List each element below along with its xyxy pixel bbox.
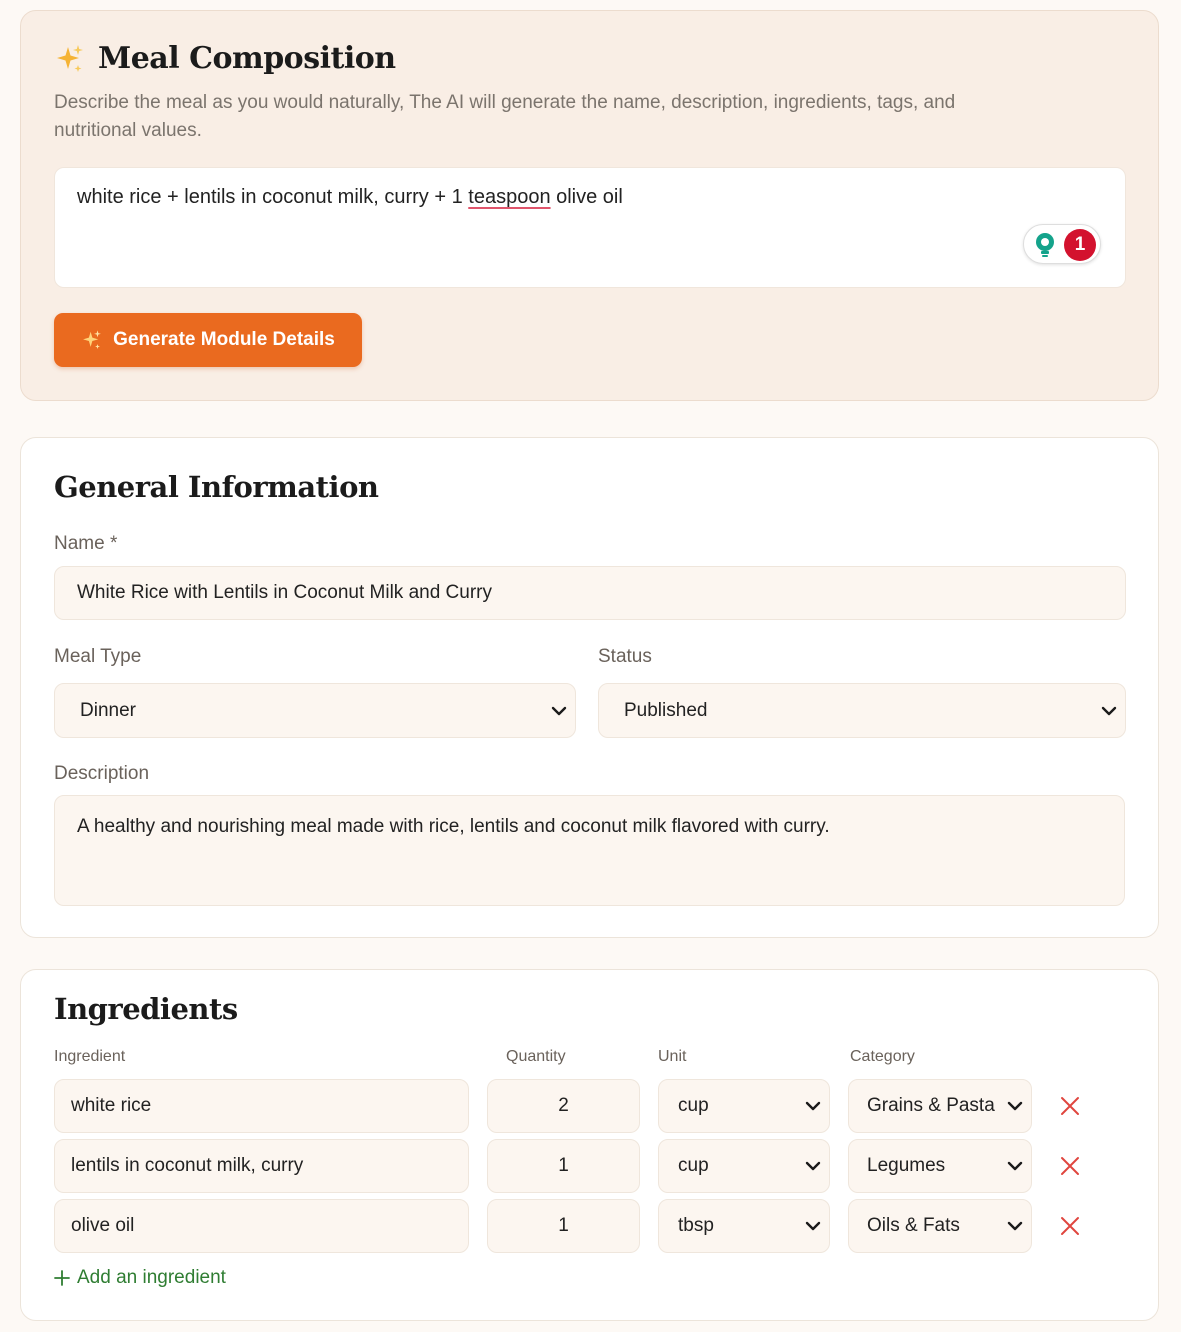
ingredient-quantity-value: 2 bbox=[558, 1095, 569, 1116]
description-value: A healthy and nourishing meal made with … bbox=[77, 816, 830, 837]
chevron-down-icon bbox=[805, 1101, 821, 1111]
chevron-down-icon bbox=[1007, 1161, 1023, 1171]
generate-button-label: Generate Module Details bbox=[113, 329, 335, 350]
ingredient-quantity-input[interactable]: 1 bbox=[487, 1139, 640, 1193]
ingredient-unit-select[interactable]: cup bbox=[658, 1079, 830, 1133]
delete-x-icon[interactable] bbox=[1060, 1156, 1080, 1176]
ingredient-quantity-value: 1 bbox=[558, 1155, 569, 1176]
meal-composition-card: Meal Composition Describe the meal as yo… bbox=[20, 10, 1159, 401]
meal-type-label: Meal Type bbox=[54, 646, 142, 667]
ingredient-unit-value: cup bbox=[678, 1155, 709, 1176]
name-label: Name * bbox=[54, 533, 118, 554]
ingredient-quantity-input[interactable]: 1 bbox=[487, 1199, 640, 1253]
status-select[interactable]: Published bbox=[598, 683, 1126, 738]
ingredient-row: olive oil 1 tbsp Oils & Fats bbox=[21, 1199, 1158, 1253]
composition-subtitle: Describe the meal as you would naturally… bbox=[54, 92, 956, 141]
ingredient-unit-value: tbsp bbox=[678, 1215, 714, 1236]
ingredients-card: Ingredients Ingredient Quantity Unit Cat… bbox=[20, 969, 1159, 1321]
ingredient-name-input[interactable]: lentils in coconut milk, curry bbox=[54, 1139, 469, 1193]
meal-description-textarea[interactable]: white rice + lentils in coconut milk, cu… bbox=[54, 167, 1126, 288]
ingredient-category-select[interactable]: Oils & Fats bbox=[848, 1199, 1032, 1253]
column-header-category: Category bbox=[850, 1048, 915, 1065]
meal-type-value: Dinner bbox=[80, 699, 136, 721]
plus-icon bbox=[54, 1270, 70, 1286]
chevron-down-icon bbox=[1007, 1221, 1023, 1231]
delete-x-icon[interactable] bbox=[1060, 1096, 1080, 1116]
chevron-down-icon bbox=[1101, 706, 1117, 715]
column-header-quantity: Quantity bbox=[506, 1048, 566, 1065]
general-information-card: General Information Name * White Rice wi… bbox=[20, 437, 1159, 938]
ingredient-category-value: Grains & Pasta bbox=[867, 1095, 995, 1116]
ingredient-row: white rice 2 cup Grains & Pasta bbox=[21, 1079, 1158, 1133]
meal-prompt-text: white rice + lentils in coconut milk, cu… bbox=[77, 186, 623, 208]
meal-type-select[interactable]: Dinner bbox=[54, 683, 576, 738]
ingredient-name-input[interactable]: white rice bbox=[54, 1079, 469, 1133]
composition-title: Meal Composition bbox=[98, 41, 396, 76]
column-header-ingredient: Ingredient bbox=[54, 1048, 126, 1065]
sparkles-icon bbox=[83, 330, 102, 349]
suggestion-count-badge: 1 bbox=[1064, 229, 1096, 261]
add-ingredient-link[interactable]: Add an ingredient bbox=[54, 1267, 226, 1289]
general-title: General Information bbox=[54, 470, 379, 504]
ingredient-name-value: lentils in coconut milk, curry bbox=[71, 1155, 304, 1176]
ingredient-quantity-input[interactable]: 2 bbox=[487, 1079, 640, 1133]
ingredient-row: lentils in coconut milk, curry 1 cup Leg… bbox=[21, 1139, 1158, 1193]
delete-x-icon[interactable] bbox=[1060, 1216, 1080, 1236]
ingredients-title: Ingredients bbox=[54, 992, 238, 1026]
ingredient-category-select[interactable]: Legumes bbox=[848, 1139, 1032, 1193]
status-label: Status bbox=[598, 646, 652, 667]
chevron-down-icon bbox=[551, 706, 567, 715]
ingredient-name-value: olive oil bbox=[71, 1215, 135, 1236]
ingredient-category-value: Oils & Fats bbox=[867, 1215, 960, 1236]
description-label: Description bbox=[54, 763, 150, 784]
name-input[interactable]: White Rice with Lentils in Coconut Milk … bbox=[54, 566, 1126, 620]
description-textarea[interactable]: A healthy and nourishing meal made with … bbox=[54, 795, 1125, 906]
status-value: Published bbox=[624, 699, 708, 721]
ingredient-category-value: Legumes bbox=[867, 1155, 946, 1176]
chevron-down-icon bbox=[805, 1221, 821, 1231]
sparkles-icon bbox=[57, 44, 83, 72]
generate-details-button[interactable]: Generate Module Details bbox=[54, 313, 362, 367]
spelling-flagged-word[interactable]: teaspoon bbox=[468, 186, 550, 208]
column-header-unit: Unit bbox=[658, 1048, 687, 1065]
lightbulb-icon bbox=[1036, 233, 1054, 257]
ingredient-name-input[interactable]: olive oil bbox=[54, 1199, 469, 1253]
composition-title-row: Meal Composition bbox=[54, 41, 396, 76]
ingredient-category-select[interactable]: Grains & Pasta bbox=[848, 1079, 1032, 1133]
name-value: White Rice with Lentils in Coconut Milk … bbox=[77, 582, 492, 603]
chevron-down-icon bbox=[805, 1161, 821, 1171]
grammar-assistant-widget[interactable]: 1 bbox=[1023, 224, 1101, 264]
add-ingredient-label: Add an ingredient bbox=[77, 1267, 226, 1288]
ingredient-unit-select[interactable]: tbsp bbox=[658, 1199, 830, 1253]
chevron-down-icon bbox=[1007, 1101, 1023, 1111]
ingredient-name-value: white rice bbox=[71, 1095, 152, 1116]
ingredient-unit-select[interactable]: cup bbox=[658, 1139, 830, 1193]
ingredient-unit-value: cup bbox=[678, 1095, 709, 1116]
ingredient-quantity-value: 1 bbox=[558, 1215, 569, 1236]
